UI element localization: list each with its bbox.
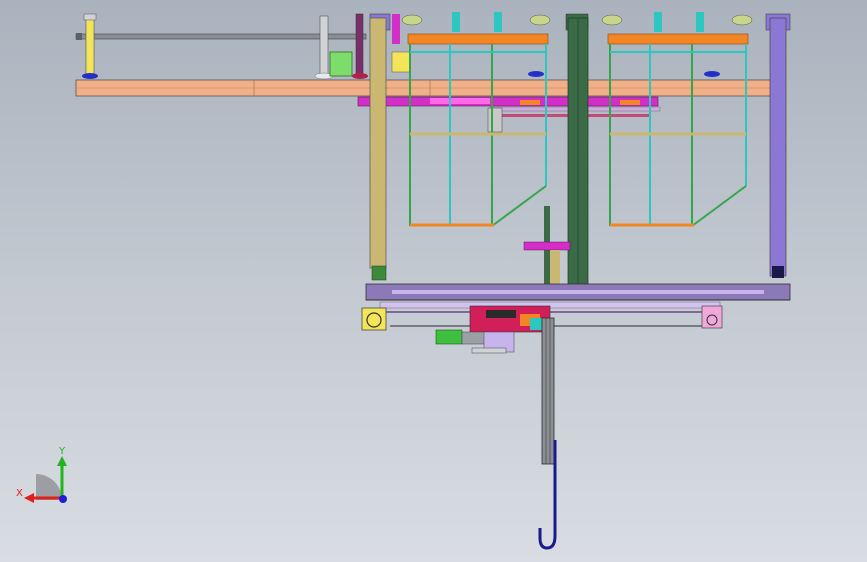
z-axis-dot: [59, 495, 67, 503]
center-column: [567, 17, 589, 285]
mid-carriage: [523, 206, 571, 286]
left-cage-frame: [407, 33, 549, 227]
top-beam: [75, 79, 773, 97]
y-axis-label: Y: [58, 446, 66, 457]
assembly-drawing[interactable]: Y X: [0, 0, 867, 562]
cad-viewport[interactable]: Y X: [0, 0, 867, 562]
left-main-column: [369, 17, 387, 281]
coordinate-triad: Y X: [16, 446, 67, 503]
x-axis-label: X: [16, 488, 23, 499]
left-support-post: [82, 13, 98, 79]
left-drive-pulley: [361, 307, 387, 331]
mid-support-post: [314, 13, 368, 80]
right-column: [769, 17, 787, 278]
right-cage-frame: [607, 33, 749, 227]
right-idler-pulley: [701, 305, 723, 329]
triad-quadrant-shading: [36, 474, 62, 500]
lower-beam: [365, 283, 791, 327]
hook-mast: [538, 317, 557, 550]
trolley-gearbox: [435, 305, 552, 354]
top-beam-underside-bar: [357, 96, 661, 133]
